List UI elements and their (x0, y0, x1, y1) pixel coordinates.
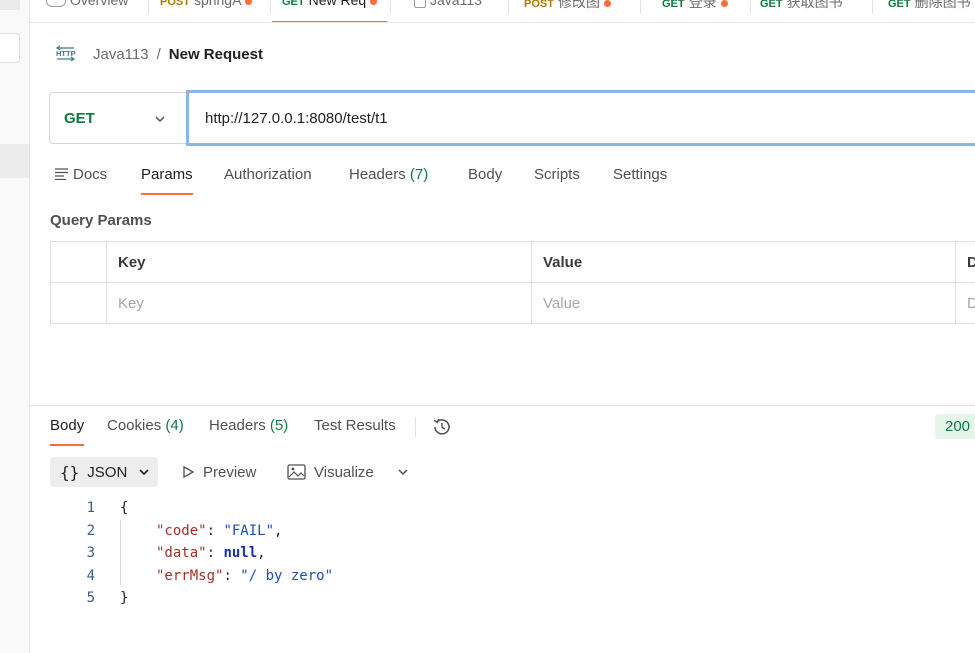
unsaved-dot (370, 0, 378, 5)
column-header-key: Key (118, 254, 146, 271)
collection-icon (414, 0, 426, 8)
unsaved-dot (603, 0, 611, 7)
breadcrumb-separator: / (156, 45, 161, 63)
tab-request[interactable]: POST springA (160, 0, 253, 22)
headers-count: (7) (409, 166, 429, 183)
history-icon[interactable] (431, 416, 453, 438)
json-key: "errMsg" (156, 568, 224, 584)
method-label: GET (64, 109, 95, 127)
overview-icon (46, 0, 66, 8)
tab-request[interactable]: GET 登录 (662, 0, 728, 22)
docs-icon (55, 168, 68, 180)
status-badge[interactable]: 200 (935, 414, 975, 439)
tab-separator (508, 0, 509, 14)
param-value-input[interactable]: Value (532, 283, 955, 324)
request-tab-strip: Overview POST springA GET New Req Java113 … (30, 0, 975, 23)
tab-request[interactable]: POST 修改图 (524, 0, 611, 22)
format-label: JSON (87, 463, 128, 481)
line-number: 2 (86, 523, 95, 539)
tab-overview[interactable]: Overview (46, 0, 128, 22)
tab-response-cookies[interactable]: Cookies (4) (107, 417, 184, 434)
response-headers-count: (5) (269, 417, 289, 434)
breadcrumb: HTTP Java113 / New Request (55, 43, 263, 65)
request-name[interactable]: New Request (169, 46, 263, 63)
tab-headers[interactable]: Headers (7) (349, 166, 428, 183)
line-number: 5 (86, 590, 95, 606)
json-key: "code" (156, 523, 207, 539)
param-description-input[interactable]: D (956, 283, 975, 324)
tab-test-results[interactable]: Test Results (314, 417, 396, 434)
cookies-count: (4) (165, 417, 184, 434)
tab-response-body[interactable]: Body (50, 417, 85, 446)
json-braces-icon: {} (60, 462, 80, 482)
table-header-row: Key Value D (51, 242, 975, 283)
left-sidebar (0, 0, 30, 653)
json-key: "data" (156, 545, 207, 561)
column-header-description: D (967, 254, 975, 271)
tab-collection[interactable]: Java113 (414, 0, 482, 22)
breadcrumb-collection[interactable]: Java113 (93, 46, 149, 63)
tab-separator (148, 0, 149, 14)
tab-new-request[interactable]: GET New Req (272, 0, 388, 22)
toolbar-separator (415, 417, 416, 437)
column-divider (106, 242, 107, 323)
query-params-table: Key Value D Key Value D (50, 241, 975, 324)
format-select[interactable]: {} JSON (50, 457, 158, 487)
image-icon (287, 464, 306, 480)
response-divider[interactable] (30, 405, 975, 406)
tab-authorization[interactable]: Authorization (224, 166, 312, 183)
visualize-button[interactable]: Visualize (287, 457, 374, 487)
play-icon (183, 465, 195, 479)
indent-guide (120, 520, 121, 585)
svg-text:HTTP: HTTP (56, 49, 76, 58)
sidebar-top-item[interactable] (0, 0, 20, 10)
table-row: Key Value D (51, 283, 975, 324)
column-header-value: Value (543, 254, 583, 271)
chevron-down-icon (155, 116, 165, 123)
tab-scripts[interactable]: Scripts (534, 166, 580, 183)
tab-request[interactable]: GET 获取图书 (760, 0, 843, 22)
tab-settings[interactable]: Settings (613, 166, 667, 183)
url-text: http://127.0.0.1:8080/test/t1 (205, 109, 388, 127)
sidebar-selected-item[interactable] (0, 144, 29, 178)
line-number: 4 (86, 568, 95, 584)
chevron-down-icon[interactable] (397, 466, 409, 478)
query-params-title: Query Params (50, 212, 152, 229)
line-number: 1 (86, 500, 95, 516)
tab-separator (390, 0, 391, 14)
tab-response-headers[interactable]: Headers (5) (209, 417, 288, 434)
tab-separator (750, 0, 751, 14)
method-select[interactable]: GET (49, 92, 187, 144)
unsaved-dot (245, 0, 253, 5)
tab-params[interactable]: Params (141, 166, 193, 195)
unsaved-dot (720, 0, 728, 7)
tab-separator (640, 0, 641, 14)
preview-button[interactable]: Preview (181, 457, 256, 487)
tab-separator (872, 0, 873, 14)
tab-request[interactable]: GET 删除图书 (888, 0, 971, 22)
tab-docs[interactable]: Docs (55, 166, 107, 183)
json-null: null (223, 545, 258, 561)
chevron-down-icon (139, 469, 149, 476)
tab-body[interactable]: Body (468, 166, 502, 183)
http-request-icon: HTTP (55, 45, 76, 62)
column-divider (531, 242, 532, 323)
line-number: 3 (86, 545, 95, 561)
json-string: "FAIL" (223, 523, 275, 539)
column-divider (955, 242, 956, 323)
sidebar-search-box[interactable] (0, 33, 20, 63)
url-input[interactable]: http://127.0.0.1:8080/test/t1 (186, 90, 975, 146)
json-string: "/ by zero" (240, 568, 334, 584)
param-key-input[interactable]: Key (107, 283, 531, 324)
tab-separator (270, 0, 271, 14)
